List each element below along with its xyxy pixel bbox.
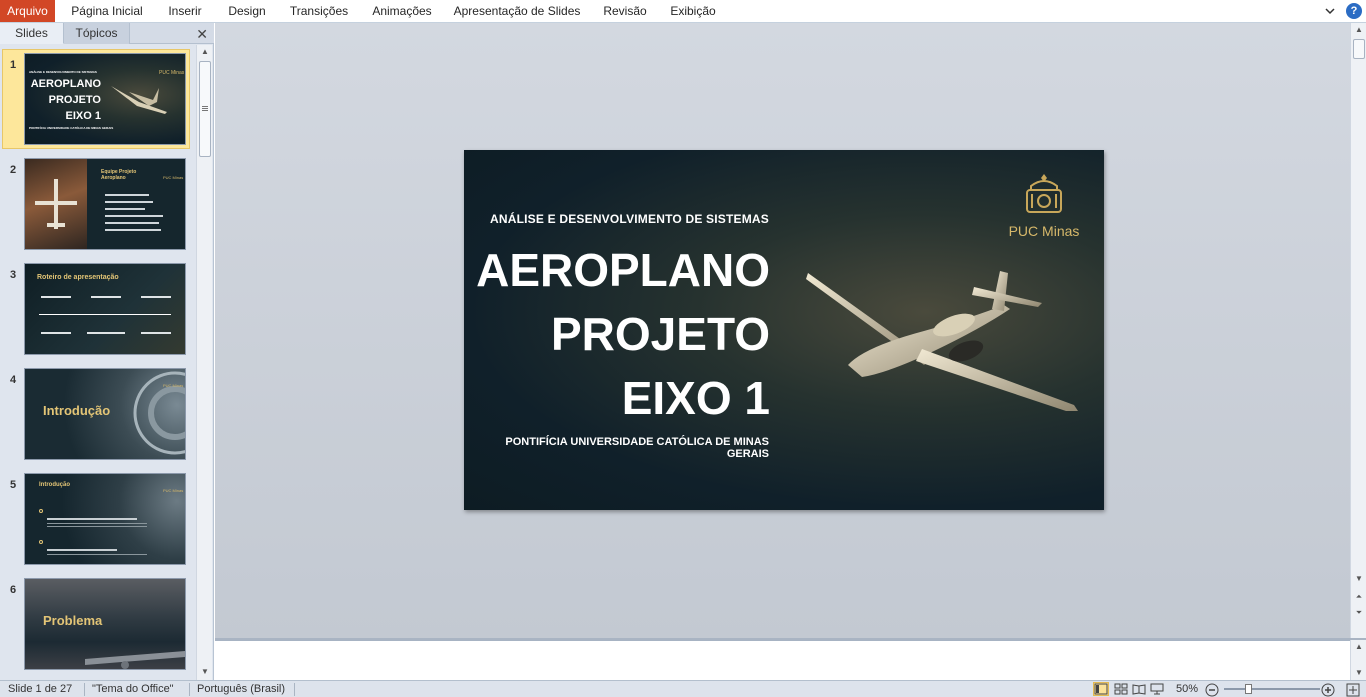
scrollbar-thumb[interactable] bbox=[199, 61, 211, 157]
thumbnail-scrollbar[interactable]: ▲ ▼ bbox=[196, 45, 212, 680]
tab-slides[interactable]: Slides bbox=[0, 23, 64, 44]
thumb-logo: PUC Minas bbox=[163, 383, 184, 388]
slide-thumbnail-1[interactable]: 1 ANÁLISE E DESENVOLVIMENTO DE SISTEMAS … bbox=[0, 49, 196, 151]
title-line-2: PROJETO bbox=[551, 308, 770, 360]
thumb-logo: PUC Minas bbox=[163, 175, 184, 180]
airplane-icon bbox=[806, 271, 1078, 411]
slide-thumbnail-2[interactable]: 2 Equipe Projeto Aeroplano PUC Minas bbox=[0, 158, 196, 256]
scroll-up-icon[interactable]: ▲ bbox=[1351, 640, 1366, 654]
zoom-out-icon[interactable] bbox=[1204, 682, 1220, 697]
slide-preview: Roteiro de apresentação bbox=[24, 263, 186, 355]
zoom-in-icon[interactable] bbox=[1320, 682, 1336, 697]
slide-thumbnail-4[interactable]: 4 Introdução PUC Minas bbox=[0, 368, 196, 466]
thumb-logo: PUC Minas bbox=[163, 488, 184, 493]
thumb-logo: PUC Minas bbox=[159, 70, 185, 76]
airplane-icon bbox=[111, 86, 167, 114]
slide-number: 1 bbox=[10, 59, 17, 71]
thumb-title: Roteiro de apresentação bbox=[37, 274, 119, 281]
slide-number: 3 bbox=[10, 269, 17, 281]
slide-subtitle[interactable]: PONTIFÍCIA UNIVERSIDADE CATÓLICA DE MINA… bbox=[464, 436, 769, 460]
slide-preview: ANÁLISE E DESENVOLVIMENTO DE SISTEMAS AE… bbox=[24, 53, 186, 145]
zoom-slider-handle[interactable] bbox=[1244, 684, 1252, 694]
previous-slide-icon[interactable]: ⏶ bbox=[1351, 590, 1366, 604]
title-line-1: AEROPLANO bbox=[476, 244, 770, 296]
scroll-up-icon[interactable]: ▲ bbox=[1351, 23, 1366, 37]
thumb-bullets bbox=[39, 502, 149, 564]
tab-animacoes[interactable]: Animações bbox=[367, 0, 437, 22]
slide-sorter-view-icon[interactable] bbox=[1113, 682, 1129, 696]
slide-thumbnail-5[interactable]: 5 Introdução PUC Minas bbox=[0, 473, 196, 571]
thumb-bullets bbox=[105, 189, 169, 236]
editor-scrollbar[interactable]: ▲ ▼ ⏶ ⏷ bbox=[1350, 23, 1366, 638]
tab-topicos[interactable]: Tópicos bbox=[64, 23, 130, 44]
slide-title[interactable]: AEROPLANO PROJETO EIXO 1 bbox=[464, 238, 770, 430]
slide-number: 5 bbox=[10, 479, 17, 491]
thumb-agenda-bottom bbox=[41, 332, 171, 334]
thumb-title: AEROPLANO PROJETO EIXO 1 bbox=[30, 78, 101, 122]
thumbnail-list: 1 ANÁLISE E DESENVOLVIMENTO DE SISTEMAS … bbox=[0, 45, 196, 680]
zoom-level[interactable]: 50% bbox=[1176, 683, 1198, 695]
slide-number: 4 bbox=[10, 374, 17, 386]
ribbon-tab-bar: Arquivo Página Inicial Inserir Design Tr… bbox=[0, 0, 1366, 23]
thumb-title: Equipe Projeto Aeroplano bbox=[101, 169, 137, 181]
thumb-title: Problema bbox=[43, 613, 103, 628]
airplane-icon bbox=[85, 651, 185, 669]
notes-scrollbar[interactable]: ▲ ▼ bbox=[1350, 640, 1366, 680]
tab-exibicao[interactable]: Exibição bbox=[664, 0, 722, 22]
slide-preview: Equipe Projeto Aeroplano PUC Minas bbox=[24, 158, 186, 250]
thumb-title: Introdução bbox=[39, 482, 70, 488]
tab-arquivo[interactable]: Arquivo bbox=[0, 0, 55, 22]
notes-pane[interactable] bbox=[215, 640, 1350, 680]
slide-thumbnail-6[interactable]: 6 Problema bbox=[0, 578, 196, 676]
tab-transicoes[interactable]: Transições bbox=[283, 0, 355, 22]
slide-preview: Introdução PUC Minas bbox=[24, 368, 186, 460]
slide-preview: Problema bbox=[24, 578, 186, 670]
puc-minas-logo: PUC Minas bbox=[1007, 172, 1081, 239]
slide-show-icon[interactable] bbox=[1149, 682, 1165, 696]
language-indicator[interactable]: Português (Brasil) bbox=[197, 683, 285, 695]
tab-inserir[interactable]: Inserir bbox=[160, 0, 210, 22]
scroll-down-icon[interactable]: ▼ bbox=[1351, 572, 1366, 586]
logo-text: PUC Minas bbox=[1008, 223, 1080, 239]
theme-name[interactable]: "Tema do Office" bbox=[92, 683, 174, 695]
zoom-slider[interactable] bbox=[1224, 688, 1320, 690]
thumb-image bbox=[25, 159, 87, 249]
tab-pagina-inicial[interactable]: Página Inicial bbox=[59, 0, 155, 22]
slides-panel: Slides Tópicos ✕ 1 ANÁLISE E DESENVOLVIM… bbox=[0, 23, 214, 680]
thumb-agenda-top bbox=[41, 296, 171, 298]
slide-number: 6 bbox=[10, 584, 17, 596]
thumb-title: Introdução bbox=[43, 403, 111, 418]
thumb-footer: PONTIFÍCIA UNIVERSIDADE CATÓLICA DE MINA… bbox=[29, 126, 114, 130]
scrollbar-thumb[interactable] bbox=[1353, 39, 1365, 59]
reading-view-icon[interactable] bbox=[1131, 682, 1147, 696]
slide-thumbnail-3[interactable]: 3 Roteiro de apresentação bbox=[0, 263, 196, 361]
fit-to-window-icon[interactable] bbox=[1345, 682, 1361, 697]
close-icon[interactable]: ✕ bbox=[196, 26, 208, 43]
scroll-down-icon[interactable]: ▼ bbox=[1351, 666, 1366, 680]
normal-view-icon[interactable] bbox=[1093, 682, 1109, 696]
thumb-kicker: ANÁLISE E DESENVOLVIMENTO DE SISTEMAS bbox=[29, 70, 97, 74]
panel-tab-bar: Slides Tópicos ✕ bbox=[0, 23, 214, 44]
slide-preview: Introdução PUC Minas bbox=[24, 473, 186, 565]
status-bar: Slide 1 de 27 "Tema do Office" Português… bbox=[0, 680, 1366, 697]
crest-icon bbox=[1026, 174, 1062, 213]
tab-revisao[interactable]: Revisão bbox=[596, 0, 654, 22]
slide-number: 2 bbox=[10, 164, 17, 176]
help-icon[interactable]: ? bbox=[1346, 3, 1362, 19]
scroll-down-icon[interactable]: ▼ bbox=[197, 665, 213, 679]
title-line-3: EIXO 1 bbox=[621, 372, 770, 424]
thumb-divider bbox=[39, 314, 171, 315]
slide-kicker[interactable]: ANÁLISE E DESENVOLVIMENTO DE SISTEMAS bbox=[464, 212, 769, 226]
tab-design[interactable]: Design bbox=[220, 0, 274, 22]
next-slide-icon[interactable]: ⏷ bbox=[1351, 606, 1366, 620]
expand-ribbon-icon[interactable] bbox=[1324, 4, 1336, 18]
scroll-up-icon[interactable]: ▲ bbox=[197, 45, 213, 59]
current-slide[interactable]: ANÁLISE E DESENVOLVIMENTO DE SISTEMAS AE… bbox=[464, 150, 1104, 510]
slide-counter: Slide 1 de 27 bbox=[8, 683, 73, 695]
tab-apresentacao-de-slides[interactable]: Apresentação de Slides bbox=[449, 0, 585, 22]
